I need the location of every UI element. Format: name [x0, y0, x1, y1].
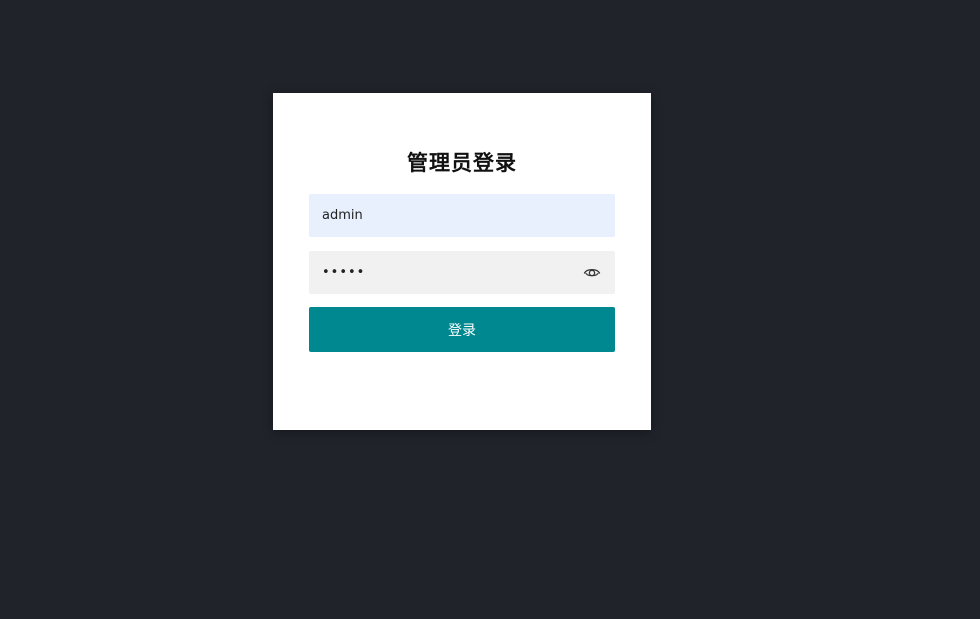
login-title: 管理员登录: [407, 151, 517, 175]
username-input[interactable]: [309, 194, 615, 237]
eye-icon[interactable]: [583, 264, 601, 280]
login-card: 管理员登录 登录: [273, 93, 651, 430]
login-button[interactable]: 登录: [309, 307, 615, 352]
password-input[interactable]: [309, 251, 615, 294]
password-field-wrapper: [309, 251, 615, 294]
username-field-wrapper: [309, 194, 615, 237]
